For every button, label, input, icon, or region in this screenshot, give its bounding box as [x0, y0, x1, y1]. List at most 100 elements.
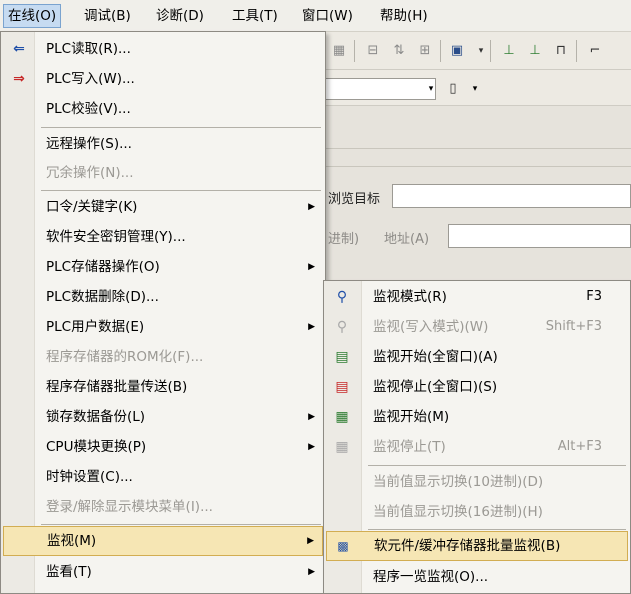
menu-item-label: 时钟设置(C)...: [46, 469, 133, 485]
menu-item-remote-operation[interactable]: 远程操作(S)...: [3, 130, 323, 158]
toolbar-separator: [576, 40, 577, 62]
ladder-branch-icon[interactable]: ⌐: [584, 40, 606, 62]
verify-icon[interactable]: ⊞: [414, 40, 436, 62]
menu-item-latch-data-backup[interactable]: 锁存数据备份(L) ▶: [3, 403, 323, 431]
menu-item-label: PLC读取(R)...: [46, 41, 131, 57]
toolbar-row-2: ▾ ▯ ▾: [318, 70, 631, 106]
menu-item-cpu-module-replace[interactable]: CPU模块更换(P) ▶: [3, 433, 323, 461]
submenu-item-monitor-stop[interactable]: ▦ 监视停止(T) Alt+F3: [326, 433, 628, 461]
menu-separator: [368, 465, 626, 466]
menu-item-label: 软元件/缓冲存储器批量监视(B): [374, 538, 561, 554]
toolbar-separator: [440, 40, 441, 62]
menu-window[interactable]: 窗口(W): [298, 4, 357, 28]
submenu-item-monitor-stop-all[interactable]: ▤ 监视停止(全窗口)(S): [326, 373, 628, 401]
monitor-write-mode-icon: ⚲: [336, 319, 348, 335]
shortcut-label: Alt+F3: [557, 439, 602, 454]
menu-item-plc-verify[interactable]: PLC校验(V)...: [3, 95, 323, 123]
submenu-item-monitor-write-mode[interactable]: ⚲ 监视(写入模式)(W) Shift+F3: [326, 313, 628, 341]
monitor-submenu: ⚲ 监视模式(R) F3 ⚲ 监视(写入模式)(W) Shift+F3 ▤ 监视…: [323, 280, 631, 594]
menu-item-label: PLC写入(W)...: [46, 71, 135, 87]
menu-item-program-memory-batch-transfer[interactable]: 程序存储器批量传送(B): [3, 373, 323, 401]
monitor-icon[interactable]: ▣: [446, 40, 468, 62]
project-combo[interactable]: [318, 78, 436, 100]
plc-read-icon: ⇐: [13, 41, 25, 57]
plc-write-icon: ⇒: [13, 71, 25, 87]
device-icon[interactable]: ▦: [328, 40, 350, 62]
browse-target-field[interactable]: [392, 184, 631, 208]
menu-item-label: 监视开始(全窗口)(A): [373, 349, 498, 365]
monitor-start-icon: ▦: [335, 409, 349, 425]
menu-item-watch[interactable]: 监看(T) ▶: [3, 558, 323, 586]
toolbar-dropdown-icon[interactable]: ▾: [464, 78, 486, 100]
menu-item-monitor[interactable]: 监视(M) ▶: [3, 526, 323, 556]
menu-item-clock-setting[interactable]: 时钟设置(C)...: [3, 463, 323, 491]
menu-item-plc-data-delete[interactable]: PLC数据删除(D)...: [3, 283, 323, 311]
menu-item-plc-read[interactable]: ⇐ PLC读取(R)...: [3, 35, 323, 63]
submenu-item-monitor-start-all[interactable]: ▤ 监视开始(全窗口)(A): [326, 343, 628, 371]
menu-item-label: 监视(写入模式)(W): [373, 319, 489, 335]
menu-item-label: 监视开始(M): [373, 409, 450, 425]
menu-diagnose[interactable]: 诊断(D): [152, 4, 208, 28]
monitor-stop-all-icon: ▤: [335, 379, 349, 395]
menu-item-label: 登录/解除显示模块菜单(I)...: [46, 499, 213, 515]
transfer-icon[interactable]: ⇅: [388, 40, 410, 62]
document-icon[interactable]: ▯: [442, 78, 464, 100]
menu-item-label: CPU模块更换(P): [46, 439, 147, 455]
menu-item-label: 监视停止(全窗口)(S): [373, 379, 498, 395]
menu-debug[interactable]: 调试(B): [80, 4, 135, 28]
submenu-arrow-icon: ▶: [308, 442, 315, 452]
browse-target-label: 浏览目标: [328, 192, 381, 207]
submenu-item-program-list-monitor[interactable]: 程序一览监视(O)...: [326, 563, 628, 591]
menu-item-label: PLC存储器操作(O): [46, 259, 160, 275]
menu-item-label: 监视(M): [47, 533, 97, 549]
menu-item-password-keyword[interactable]: 口令/关键字(K) ▶: [3, 193, 323, 221]
menu-item-label: PLC数据删除(D)...: [46, 289, 159, 305]
menu-item-redundant-operation[interactable]: 冗余操作(N)...: [3, 159, 323, 187]
menu-item-label: PLC校验(V)...: [46, 101, 131, 117]
address-label: 地址(A): [384, 232, 430, 247]
menu-item-label: 监视停止(T): [373, 439, 446, 455]
menu-item-display-module-menu[interactable]: 登录/解除显示模块菜单(I)...: [3, 493, 323, 521]
ladder-contact-icon[interactable]: ⊥: [498, 40, 520, 62]
menu-item-plc-memory-operation[interactable]: PLC存储器操作(O) ▶: [3, 253, 323, 281]
submenu-item-monitor-start[interactable]: ▦ 监视开始(M): [326, 403, 628, 431]
monitor-start-all-icon: ▤: [335, 349, 349, 365]
menu-item-label: 远程操作(S)...: [46, 136, 132, 152]
toolbar-separator: [490, 40, 491, 62]
address-field[interactable]: [448, 224, 631, 248]
ladder-coil-icon[interactable]: ⊥: [524, 40, 546, 62]
menu-item-label: 口令/关键字(K): [46, 199, 138, 215]
menu-item-security-key[interactable]: 软件安全密钥管理(Y)...: [3, 223, 323, 251]
ladder-pulse-icon[interactable]: ⊓: [550, 40, 572, 62]
submenu-arrow-icon: ▶: [308, 412, 315, 422]
combo-dropdown-icon[interactable]: ▾: [420, 78, 442, 100]
menu-item-label: 当前值显示切换(16进制)(H): [373, 504, 543, 520]
menu-tools[interactable]: 工具(T): [228, 4, 282, 28]
menu-item-label: 锁存数据备份(L): [46, 409, 146, 425]
submenu-item-display-dec[interactable]: 当前值显示切换(10进制)(D): [326, 468, 628, 496]
submenu-item-monitor-mode[interactable]: ⚲ 监视模式(R) F3: [326, 283, 628, 311]
menu-separator: [41, 127, 321, 128]
menu-item-rom-program-memory[interactable]: 程序存储器的ROM化(F)...: [3, 343, 323, 371]
menu-item-plc-write[interactable]: ⇒ PLC写入(W)...: [3, 65, 323, 93]
menu-item-label: 程序一览监视(O)...: [373, 569, 489, 585]
submenu-arrow-icon: ▶: [307, 536, 314, 546]
menu-item-label: 监看(T): [46, 564, 92, 580]
menu-item-label: 程序存储器批量传送(B): [46, 379, 188, 395]
menu-separator: [368, 529, 626, 530]
menu-item-label: 程序存储器的ROM化(F)...: [46, 349, 204, 365]
toolbar: ▦ ⊟ ⇅ ⊞ ▣ ▾ ⊥ ⊥ ⊓ ⌐: [322, 32, 631, 70]
submenu-arrow-icon: ▶: [308, 322, 315, 332]
menu-item-label: 监视模式(R): [373, 289, 447, 305]
menu-separator: [41, 190, 321, 191]
menu-online[interactable]: 在线(O): [3, 4, 62, 28]
monitor-stop-icon: ▦: [335, 439, 349, 455]
shortcut-label: F3: [586, 289, 602, 304]
menu-item-plc-user-data[interactable]: PLC用户数据(E) ▶: [3, 313, 323, 341]
write-icon[interactable]: ⊟: [362, 40, 384, 62]
submenu-item-display-hex[interactable]: 当前值显示切换(16进制)(H): [326, 498, 628, 526]
toolbar-dropdown-icon[interactable]: ▾: [470, 40, 492, 62]
submenu-item-device-batch-monitor[interactable]: ▩ 软元件/缓冲存储器批量监视(B): [326, 531, 628, 561]
menu-bar: 在线(O) 调试(B) 诊断(D) 工具(T) 窗口(W) 帮助(H): [0, 0, 631, 32]
menu-help[interactable]: 帮助(H): [376, 4, 432, 28]
